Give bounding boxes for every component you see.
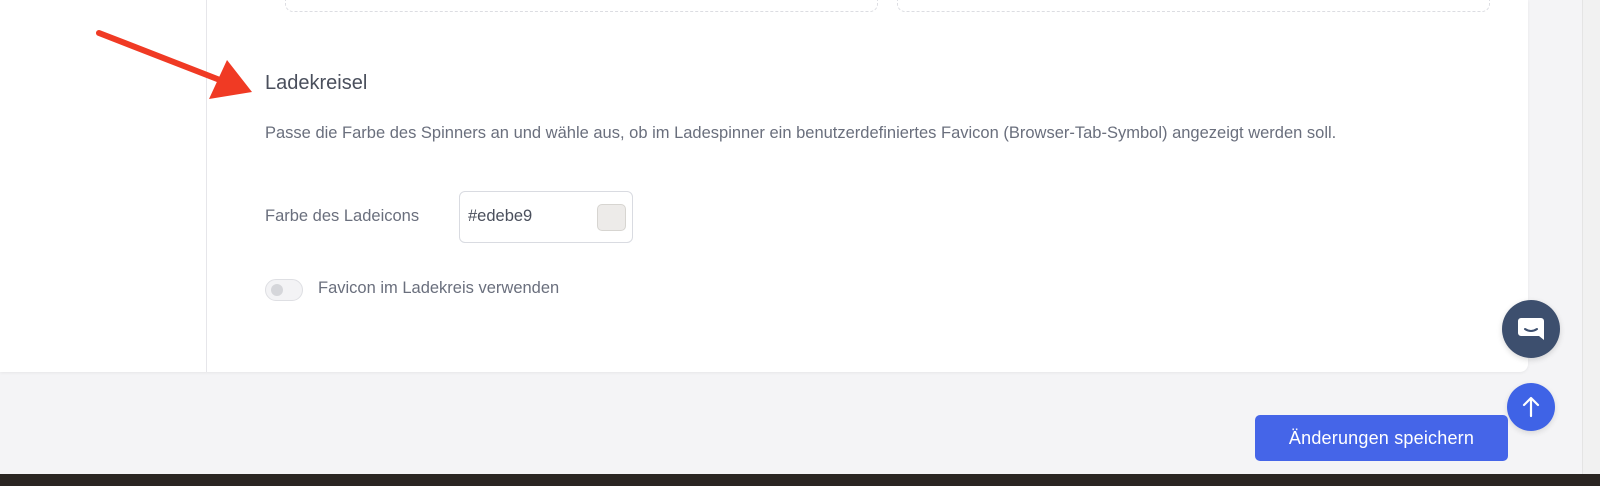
save-changes-button[interactable]: Änderungen speichern [1255,415,1508,461]
chat-bubble-icon [1518,318,1544,340]
screen-edge [0,474,1600,486]
scroll-to-top-button[interactable] [1507,383,1555,431]
red-arrow-annotation [96,30,252,99]
favicon-toggle-label: Favicon im Ladekreis verwenden [318,279,560,297]
spinner-color-label: Farbe des Ladeicons [265,207,420,225]
section-description: Passe die Farbe des Spinners an und wähl… [265,124,1337,142]
chat-button[interactable] [1502,300,1560,358]
spinner-color-value[interactable]: #edebe9 [468,207,532,226]
arrow-up-icon [1522,396,1540,418]
page-scrollbar[interactable] [1582,0,1600,474]
upload-panel-right [897,0,1490,12]
upload-panel-left [285,0,878,12]
app-window: Ladekreisel Passe die Farbe des Spinners… [0,0,1582,474]
color-swatch[interactable] [597,204,626,231]
favicon-toggle[interactable] [265,279,303,301]
toggle-knob [271,284,283,296]
spinner-color-input[interactable]: #edebe9 [459,191,633,243]
